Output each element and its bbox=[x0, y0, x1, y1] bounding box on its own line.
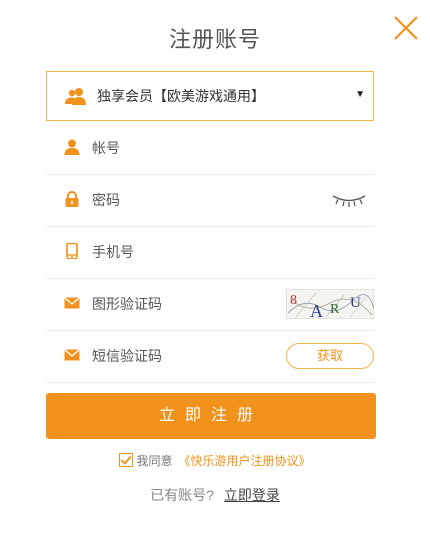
register-button[interactable]: 立即注册 bbox=[46, 393, 376, 439]
account-row bbox=[46, 123, 374, 175]
envelope-icon bbox=[64, 296, 80, 309]
get-code-button[interactable]: 获取 bbox=[286, 343, 374, 369]
sms-row: 获取 bbox=[46, 331, 374, 383]
svg-text:R: R bbox=[330, 302, 340, 317]
caret-down-icon: ▼ bbox=[355, 89, 365, 100]
phone-icon bbox=[66, 243, 78, 259]
captcha-input[interactable] bbox=[92, 293, 292, 315]
membership-select[interactable]: 独享会员【欧美游戏通用】 ▼ bbox=[46, 71, 374, 121]
account-input[interactable] bbox=[92, 137, 292, 159]
svg-text:8: 8 bbox=[290, 293, 297, 308]
phone-row bbox=[46, 227, 374, 279]
lock-icon bbox=[65, 191, 79, 207]
page-title: 注册账号 bbox=[168, 27, 261, 52]
users-icon bbox=[65, 88, 86, 105]
login-link[interactable]: 立即登录 bbox=[224, 487, 280, 503]
captcha-image[interactable]: 8 A R U bbox=[286, 289, 374, 319]
svg-text:A: A bbox=[310, 301, 323, 319]
user-icon bbox=[64, 139, 80, 155]
eye-closed-icon[interactable] bbox=[332, 193, 366, 209]
sms-code-input[interactable] bbox=[92, 345, 292, 367]
membership-selected-value: 独享会员【欧美游戏通用】 bbox=[97, 88, 265, 104]
agreement: 我同意 《快乐游用户注册协议》 bbox=[0, 452, 430, 469]
phone-input[interactable] bbox=[92, 241, 292, 263]
password-input[interactable] bbox=[92, 189, 292, 211]
agree-checkbox[interactable] bbox=[119, 453, 134, 467]
login-prompt-text: 已有账号? bbox=[150, 487, 214, 503]
password-row bbox=[46, 175, 374, 227]
captcha-row: 8 A R U bbox=[46, 279, 374, 331]
svg-text:U: U bbox=[350, 295, 361, 311]
close-icon[interactable] bbox=[392, 14, 420, 42]
agree-prefix: 我同意 bbox=[136, 454, 173, 468]
envelope-icon bbox=[64, 348, 80, 361]
login-prompt: 已有账号? 立即登录 bbox=[0, 485, 430, 505]
agreement-link[interactable]: 《快乐游用户注册协议》 bbox=[179, 454, 311, 468]
